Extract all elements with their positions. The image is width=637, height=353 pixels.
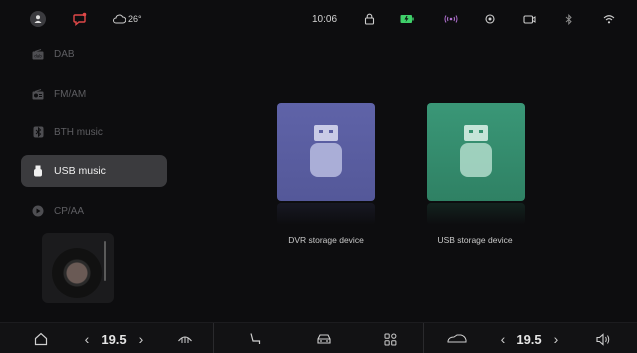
car-ac-icon[interactable] (445, 329, 469, 349)
location-target-icon (484, 10, 496, 28)
dashcam-icon (523, 10, 536, 28)
sidebar-item-bth-music[interactable]: BTH music (21, 116, 167, 148)
vinyl-record-image (52, 248, 102, 298)
usb-music-screen: 26° 10:06 dab DAB FM/AM BTH music USB mu… (0, 0, 637, 353)
bottom-bar-divider (213, 323, 214, 353)
usb-drive-icon (310, 125, 342, 177)
user-avatar[interactable] (30, 10, 46, 28)
radio-icon (32, 88, 44, 100)
lock-icon (364, 10, 375, 28)
play-circle-icon (32, 205, 44, 217)
bluetooth-status-icon (565, 10, 573, 28)
svg-text:dab: dab (34, 53, 42, 58)
signal-broadcast-icon (443, 10, 459, 28)
dvr-storage-device-label: DVR storage device (288, 235, 364, 245)
sidebar-item-cp-aa[interactable]: CP/AA (21, 195, 167, 227)
radio-dab-icon: dab (32, 48, 44, 60)
usb-storage-device-tile[interactable] (427, 103, 525, 201)
usb-drive-icon (460, 125, 492, 177)
weather-widget[interactable]: 26° (113, 10, 142, 28)
tonearm-graphic (104, 241, 106, 281)
status-bar: 26° 10:06 (0, 0, 637, 38)
dvr-tile-reflection (277, 203, 375, 225)
left-temp-increase-button[interactable]: › (136, 329, 146, 349)
sidebar-item-dab[interactable]: dab DAB (21, 38, 167, 70)
bottom-bar-divider (423, 323, 424, 353)
sidebar-item-label: DAB (54, 48, 75, 60)
right-temp-increase-button[interactable]: › (551, 329, 561, 349)
weather-temperature: 26° (128, 14, 142, 24)
sidebar-item-usb-music[interactable]: USB music (21, 155, 167, 187)
volume-icon[interactable] (593, 329, 613, 349)
wifi-icon (603, 10, 615, 28)
sidebar-item-label: CP/AA (54, 205, 85, 217)
home-icon[interactable] (32, 329, 50, 349)
bluetooth-icon (32, 126, 44, 138)
left-temperature: 19.5 (101, 331, 127, 347)
dvr-storage-device-tile[interactable] (277, 103, 375, 201)
bottom-control-bar: ‹ 19.5 › ‹ 19.5 › (0, 322, 637, 353)
right-temperature: 19.5 (516, 331, 542, 347)
usb-icon (32, 165, 44, 177)
battery-charging-icon (400, 10, 414, 28)
rear-defrost-icon[interactable] (175, 329, 195, 349)
apps-grid-icon[interactable] (381, 329, 399, 349)
sidebar-item-label: FM/AM (54, 88, 87, 100)
user-icon (30, 11, 46, 27)
sidebar-item-fm-am[interactable]: FM/AM (21, 78, 167, 110)
usb-tile-reflection (427, 203, 525, 225)
sidebar-item-label: BTH music (54, 126, 103, 138)
right-temp-decrease-button[interactable]: ‹ (498, 329, 508, 349)
seat-icon[interactable] (246, 329, 264, 349)
clock: 10:06 (312, 13, 338, 25)
car-icon[interactable] (313, 329, 335, 349)
cloud-icon (113, 14, 126, 24)
left-temp-decrease-button[interactable]: ‹ (82, 329, 92, 349)
usb-storage-device-label: USB storage device (437, 235, 513, 245)
now-playing-album-card[interactable] (42, 233, 114, 303)
message-notification-icon[interactable] (73, 10, 87, 28)
sidebar-item-label: USB music (54, 165, 106, 177)
